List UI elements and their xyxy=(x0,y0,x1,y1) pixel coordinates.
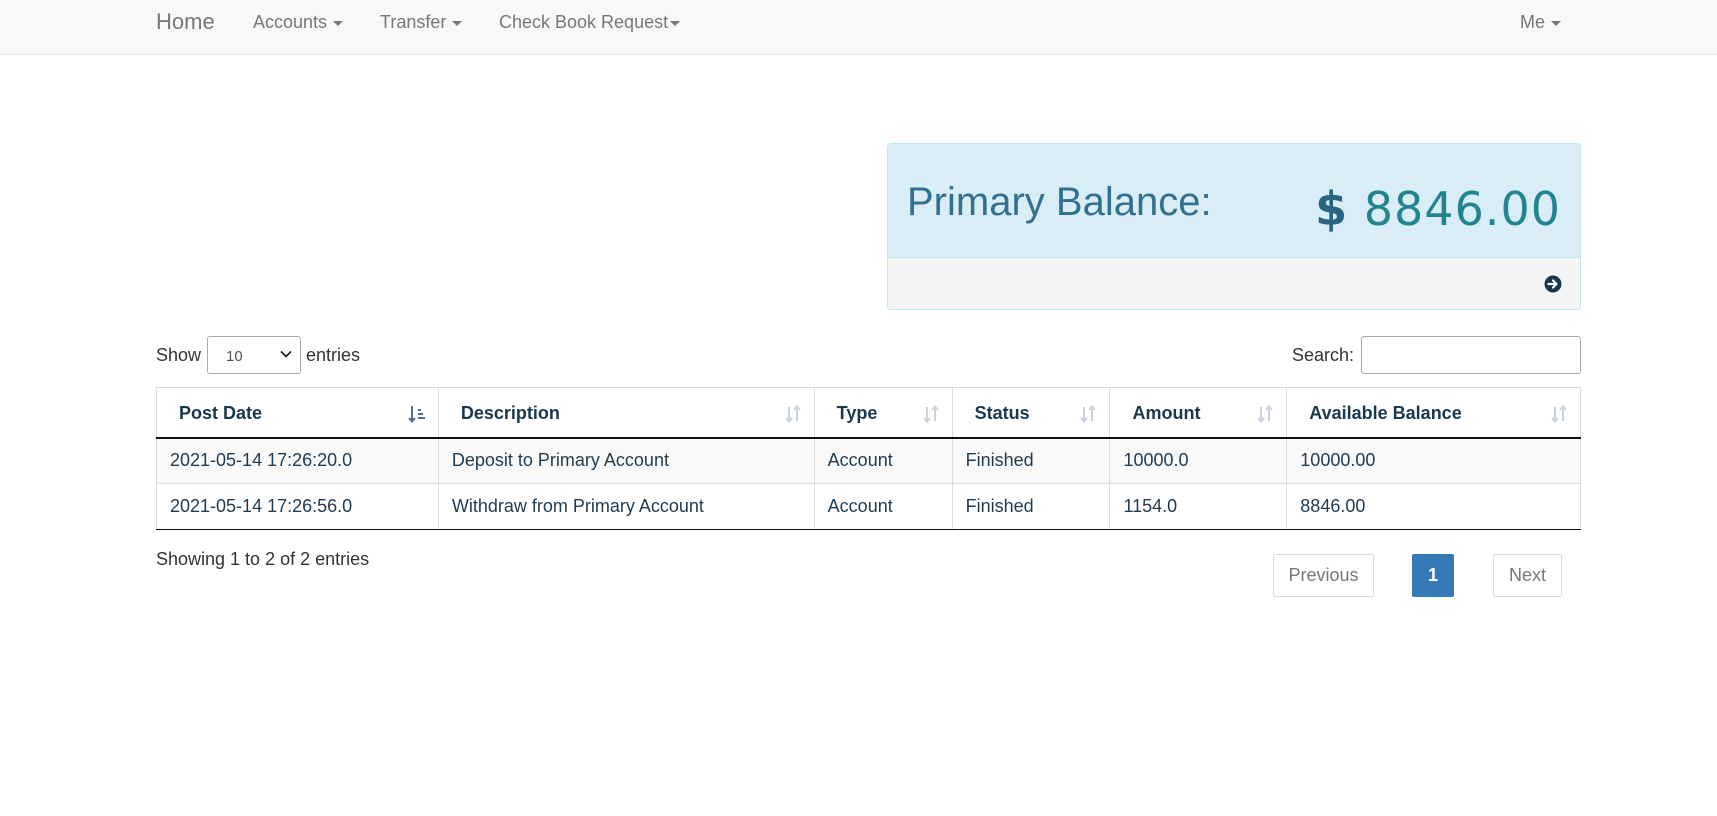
show-label: Show xyxy=(156,344,202,365)
column-header-type[interactable]: Type xyxy=(813,387,953,439)
column-header-label: Type xyxy=(836,403,878,423)
column-header-label: Post Date xyxy=(179,403,263,423)
search-input[interactable] xyxy=(1361,336,1581,374)
nav-transfer-dropdown[interactable]: Transfer xyxy=(380,0,463,44)
column-header-label: Available Balance xyxy=(1309,403,1462,423)
nav-checkbook-dropdown[interactable]: Check Book Request xyxy=(499,0,681,44)
nav-me-label: Me xyxy=(1520,12,1546,32)
panel-footer xyxy=(888,258,1580,309)
page-length-select[interactable]: 10 xyxy=(207,336,302,374)
column-header-post-date[interactable]: Post Date xyxy=(156,387,439,439)
sort-both-icon xyxy=(1080,404,1097,424)
column-header-label: Description xyxy=(460,403,560,423)
entries-label: entries xyxy=(306,344,361,365)
column-header-description[interactable]: Description xyxy=(437,387,815,439)
primary-balance-panel: Primary Balance: $ 8846.00 xyxy=(887,143,1581,310)
cell-post-date: 2021-05-14 17:26:20.0 xyxy=(156,437,439,484)
cell-description: Deposit to Primary Account xyxy=(437,437,815,484)
nav-home-link[interactable]: Home xyxy=(156,0,215,44)
panel-heading: Primary Balance: $ 8846.00 xyxy=(888,144,1580,258)
table-header-row: Post Date Description Type Status Amount… xyxy=(156,387,1581,439)
pagination-previous-button[interactable]: Previous xyxy=(1273,554,1374,597)
transactions-table: Post Date Description Type Status Amount… xyxy=(156,387,1581,530)
table-row: 2021-05-14 17:26:56.0 Withdraw from Prim… xyxy=(156,483,1581,530)
nav-transfer-label: Transfer xyxy=(380,12,447,32)
caret-down-icon xyxy=(1551,20,1562,26)
column-header-label: Amount xyxy=(1132,403,1201,423)
sort-both-icon xyxy=(922,404,939,424)
sort-ascending-icon xyxy=(408,406,425,424)
column-header-label: Status xyxy=(974,403,1030,423)
cell-description: Withdraw from Primary Account xyxy=(437,483,815,530)
cell-type: Account xyxy=(813,437,953,484)
arrow-circle-right-icon[interactable] xyxy=(1544,275,1562,293)
caret-down-icon xyxy=(333,20,344,26)
balance-amount: $ 8846.00 xyxy=(1315,182,1561,236)
page-length-value: 10 xyxy=(226,348,243,365)
table-row: 2021-05-14 17:26:20.0 Deposit to Primary… xyxy=(156,437,1581,484)
nav-accounts-label: Accounts xyxy=(253,12,328,32)
table-info-text: Showing 1 to 2 of 2 entries xyxy=(156,549,370,569)
caret-down-icon xyxy=(670,20,681,26)
caret-down-icon xyxy=(452,20,463,26)
cell-available-balance: 8846.00 xyxy=(1286,483,1581,530)
pagination-page-1-button[interactable]: 1 xyxy=(1412,554,1454,597)
column-header-status[interactable]: Status xyxy=(951,387,1111,439)
balance-value: 8846.00 xyxy=(1363,182,1561,236)
nav-checkbook-label: Check Book Request xyxy=(499,12,669,32)
table-search-control: Search: xyxy=(1292,336,1581,374)
cell-status: Finished xyxy=(951,483,1111,530)
sort-both-icon xyxy=(784,404,801,424)
chevron-down-icon xyxy=(280,351,292,358)
column-header-available-balance[interactable]: Available Balance xyxy=(1286,387,1581,439)
top-navbar: Home Accounts Transfer Check Book Reques… xyxy=(0,0,1717,55)
nav-accounts-dropdown[interactable]: Accounts xyxy=(253,0,344,44)
cell-amount: 10000.0 xyxy=(1109,437,1288,484)
currency-symbol: $ xyxy=(1315,182,1349,236)
balance-label: Primary Balance: xyxy=(907,180,1212,224)
cell-post-date: 2021-05-14 17:26:56.0 xyxy=(156,483,439,530)
cell-available-balance: 10000.00 xyxy=(1286,437,1581,484)
column-header-amount[interactable]: Amount xyxy=(1109,387,1288,439)
search-label: Search: xyxy=(1291,344,1354,365)
nav-me-dropdown[interactable]: Me xyxy=(1520,0,1562,44)
sort-both-icon xyxy=(1257,404,1274,424)
cell-type: Account xyxy=(813,483,953,530)
pagination-next-button[interactable]: Next xyxy=(1493,554,1562,597)
sort-both-icon xyxy=(1551,404,1567,424)
table-length-control: Show 10 entries xyxy=(156,336,360,374)
cell-amount: 1154.0 xyxy=(1109,483,1288,530)
cell-status: Finished xyxy=(951,437,1111,484)
